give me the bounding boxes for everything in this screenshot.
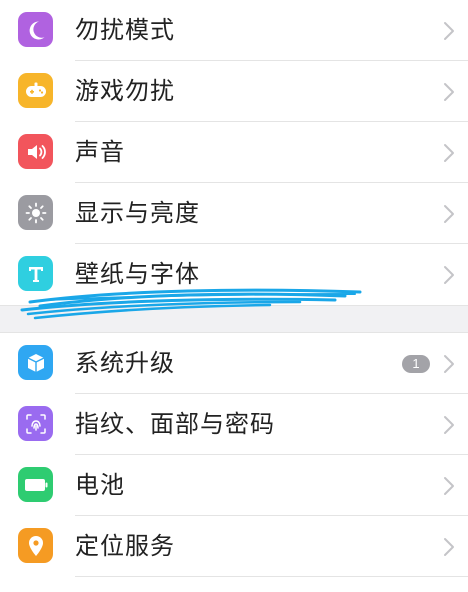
settings-group-2: 系统升级 1 指纹、面部与密码 电池 定位服务 <box>0 333 468 577</box>
chevron-right-icon <box>444 477 454 495</box>
settings-item-label: 系统升级 <box>75 349 175 377</box>
chevron-right-icon <box>444 205 454 223</box>
brightness-icon <box>18 195 53 230</box>
chevron-right-icon <box>444 416 454 434</box>
chevron-right-icon <box>444 22 454 40</box>
battery-icon <box>18 467 53 502</box>
font-icon <box>18 256 53 291</box>
settings-item-system-update[interactable]: 系统升级 1 <box>0 333 468 394</box>
settings-item-label: 电池 <box>75 471 125 499</box>
update-count-badge: 1 <box>402 355 430 373</box>
row-divider <box>75 576 468 577</box>
settings-item-label: 定位服务 <box>75 532 175 560</box>
chevron-right-icon <box>444 83 454 101</box>
settings-item-sound[interactable]: 声音 <box>0 122 468 183</box>
chevron-right-icon <box>444 266 454 284</box>
settings-item-display-brightness[interactable]: 显示与亮度 <box>0 183 468 244</box>
settings-item-fingerprint-face-password[interactable]: 指纹、面部与密码 <box>0 394 468 455</box>
settings-item-label: 指纹、面部与密码 <box>75 410 275 438</box>
fingerprint-icon <box>18 406 53 441</box>
gamepad-icon <box>18 73 53 108</box>
settings-item-label: 游戏勿扰 <box>75 77 175 105</box>
update-box-icon <box>18 345 53 380</box>
speaker-icon <box>18 134 53 169</box>
settings-item-location-services[interactable]: 定位服务 <box>0 516 468 577</box>
settings-item-game-do-not-disturb[interactable]: 游戏勿扰 <box>0 61 468 122</box>
settings-item-label: 勿扰模式 <box>75 16 175 44</box>
moon-icon <box>18 12 53 47</box>
settings-item-label: 壁纸与字体 <box>75 260 200 288</box>
settings-item-battery[interactable]: 电池 <box>0 455 468 516</box>
settings-item-label: 显示与亮度 <box>75 199 200 227</box>
settings-screen: 勿扰模式 游戏勿扰 声音 显示与亮度 壁纸与字体 系统升级 1 指纹、面部与密码… <box>0 0 468 592</box>
settings-group-1: 勿扰模式 游戏勿扰 声音 显示与亮度 壁纸与字体 <box>0 0 468 305</box>
settings-item-do-not-disturb[interactable]: 勿扰模式 <box>0 0 468 61</box>
chevron-right-icon <box>444 144 454 162</box>
chevron-right-icon <box>444 538 454 556</box>
location-pin-icon <box>18 528 53 563</box>
chevron-right-icon <box>444 355 454 373</box>
settings-item-label: 声音 <box>75 138 125 166</box>
settings-item-wallpaper-font[interactable]: 壁纸与字体 <box>0 244 468 305</box>
section-separator <box>0 305 468 333</box>
